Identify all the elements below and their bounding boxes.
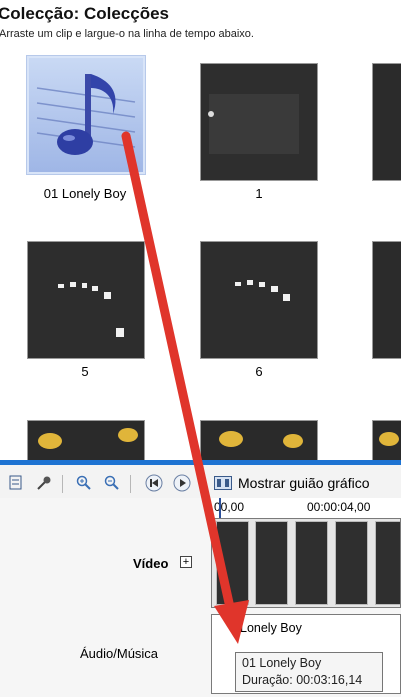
clip-thumbnail[interactable] — [372, 63, 401, 181]
clip-thumbnail[interactable] — [27, 241, 145, 359]
clip-thumbnail[interactable] — [200, 420, 318, 460]
clip-tooltip: 01 Lonely Boy Duração: 00:03:16,14 — [235, 652, 383, 692]
clip-label: 01 Lonely Boy — [43, 186, 127, 201]
zoom-in-icon[interactable] — [74, 473, 94, 493]
video-frame-graphic — [201, 64, 317, 180]
play-icon[interactable] — [172, 473, 192, 493]
show-storyboard-button[interactable]: Mostrar guião gráfico — [214, 473, 370, 493]
audio-clip-name: Lonely Boy — [240, 621, 302, 635]
video-frame-graphic — [373, 421, 401, 460]
video-frame-graphic — [28, 242, 144, 358]
collection-header: Colecção: Colecções Arraste um clip e la… — [0, 0, 401, 48]
music-note-icon — [36, 74, 136, 155]
timeline-frame[interactable] — [335, 521, 368, 605]
clip-thumbnail[interactable] — [372, 241, 401, 359]
collection-instructions: Arraste um clip e largue-o na linha de t… — [0, 28, 254, 40]
show-storyboard-label: Mostrar guião gráfico — [238, 475, 370, 491]
clip-thumbnail[interactable] — [200, 63, 318, 181]
toolbar-divider — [201, 475, 202, 493]
collection-title: Colecção: Colecções — [0, 4, 170, 23]
tooltip-clip-name: 01 Lonely Boy — [242, 656, 322, 670]
timeline-frame[interactable] — [255, 521, 288, 605]
clip-thumbnail[interactable] — [200, 241, 318, 359]
timeline-frame[interactable] — [295, 521, 328, 605]
toolbar-divider — [62, 475, 63, 493]
clip-label: 6 — [255, 364, 263, 379]
zoom-out-icon[interactable] — [102, 473, 122, 493]
narrate-icon[interactable] — [34, 473, 54, 493]
clip-label: 1 — [255, 186, 263, 201]
toolbar-divider — [130, 475, 131, 493]
filmstrip-icon — [214, 476, 232, 490]
timeline-panel: 00,00 00:00:04,00 Vídeo + Áudio/Música L… — [0, 498, 401, 697]
video-track-label: Vídeo — [133, 556, 169, 571]
video-frame-graphic — [201, 242, 317, 358]
video-frame-graphic — [201, 421, 317, 460]
time-ruler[interactable]: 00,00 00:00:04,00 — [211, 498, 401, 519]
timeline-toolbar: Mostrar guião gráfico — [0, 460, 401, 498]
ruler-time-mark: 00:00:04,00 — [307, 500, 371, 514]
timeline-frame[interactable] — [375, 521, 400, 605]
storyboard-icon[interactable] — [6, 473, 26, 493]
playhead[interactable] — [219, 498, 221, 518]
video-frame-graphic — [28, 421, 144, 460]
audio-track-label: Áudio/Música — [80, 646, 159, 661]
clip-thumbnail[interactable] — [27, 420, 145, 460]
clip-label: 5 — [81, 364, 89, 379]
clip-thumbnail-lonely-boy[interactable] — [27, 56, 145, 174]
tooltip-duration: Duração: 00:03:16,14 — [242, 673, 363, 687]
clip-grid: 01 Lonely Boy 1 5 6 — [0, 48, 401, 460]
clip-thumbnail[interactable] — [372, 420, 401, 460]
expand-video-track-button[interactable]: + — [180, 556, 192, 568]
video-track[interactable] — [211, 518, 401, 608]
timeline-frame[interactable] — [216, 521, 249, 605]
rewind-icon[interactable] — [144, 473, 164, 493]
